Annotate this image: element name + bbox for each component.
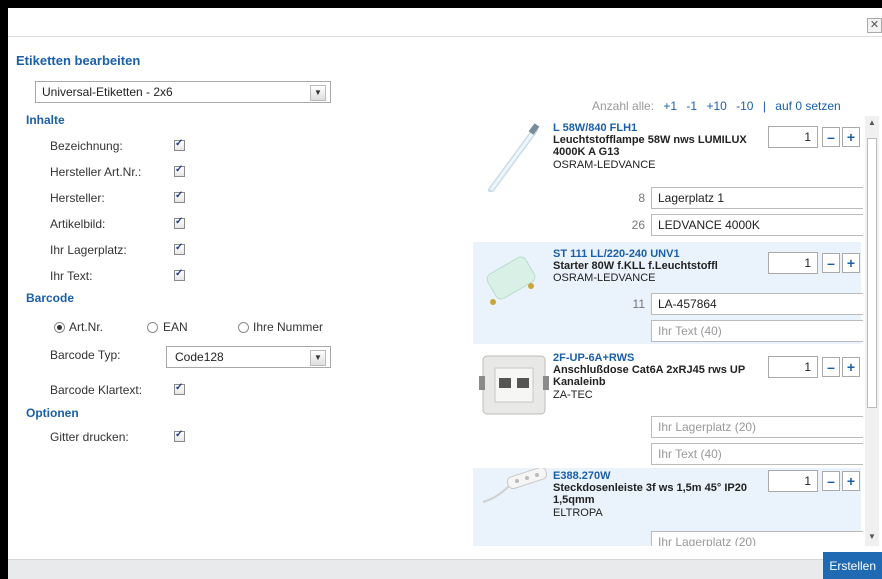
radio-ean-label: EAN [163,320,188,334]
radio-artnr-label: Art.Nr. [69,320,104,334]
count-minus1-link[interactable]: -1 [686,99,697,113]
quantity-input[interactable]: 1 [768,470,818,492]
close-icon[interactable]: ✕ [867,18,882,33]
product-name: Steckdosenleiste 3f ws 1,5m 45° IP20 1,5… [553,482,747,506]
storage-length: 8 [638,191,645,205]
quantity-minus-button[interactable]: – [822,127,840,147]
list-item: L 58W/840 FLH1 Leuchtstofflampe 58W nws … [473,116,863,240]
product-code[interactable]: ST 111 LL/220-240 UNV1 [553,248,680,260]
chevron-down-icon: ▼ [310,85,326,101]
product-name: Starter 80W f.KLL f.Leuchtstoffl [553,260,718,272]
product-name: Anschlußdose Cat6A 2xRJ45 rws UP Kanalei… [553,364,745,388]
section-barcode: Barcode [26,291,75,305]
text-length: 26 [631,218,645,232]
quantity-input[interactable]: 1 [768,356,818,378]
radio-artnr[interactable] [54,322,65,333]
quantity-plus-button[interactable]: + [842,253,860,273]
checkbox-name[interactable] [174,138,185,151]
product-code[interactable]: L 58W/840 FLH1 [553,122,637,134]
label-dialog: ✕ Etiketten bearbeiten Universal-Etikett… [8,8,882,579]
count-minus10-link[interactable]: -10 [736,99,753,113]
option-label-maker: Hersteller: [50,191,105,205]
product-maker: OSRAM-LEDVANCE [553,159,656,171]
count-all-bar: Anzahl alle: +1 -1 +10 -10 | auf 0 setze… [592,99,841,113]
quantity-plus-button[interactable]: + [842,127,860,147]
radio-ean[interactable] [147,322,158,333]
storage-field[interactable]: Ihr Lagerplatz (20) [651,416,863,438]
radio-own-number-label: Ihre Nummer [253,320,324,334]
storage-field[interactable]: Lagerplatz 1 [651,187,863,209]
barcode-type-select[interactable]: Code128 ▼ [166,346,331,368]
product-image [482,468,548,503]
option-label-storage: Ihr Lagerplatz: [50,243,127,257]
quantity-minus-button[interactable]: – [822,471,840,491]
option-label-name: Bezeichnung: [50,139,123,153]
scroll-down-icon[interactable]: ▼ [865,530,879,544]
count-plus1-link[interactable]: +1 [663,99,677,113]
product-list[interactable]: L 58W/840 FLH1 Leuchtstofflampe 58W nws … [473,116,863,546]
storage-field[interactable]: LA-457864 [651,293,863,315]
dialog-title: Etiketten bearbeiten [16,53,141,68]
storage-field[interactable]: Ihr Lagerplatz (20) [651,531,863,546]
section-contents: Inhalte [26,113,65,127]
checkbox-text[interactable] [174,268,185,281]
radio-own-number[interactable] [238,322,249,333]
barcode-type-value: Code128 [175,350,224,364]
create-button[interactable]: Erstellen [823,552,882,579]
grid-print-label: Gitter drucken: [50,430,129,444]
scroll-thumb[interactable] [867,138,877,408]
checkbox-grid-print[interactable] [174,429,185,442]
list-item: ST 111 LL/220-240 UNV1 Starter 80W f.KLL… [473,242,863,344]
quantity-minus-button[interactable]: – [822,357,840,377]
list-scrollbar[interactable]: ▲ ▼ [865,116,879,546]
quantity-plus-button[interactable]: + [842,471,860,491]
dialog-footer: Erstellen [8,552,882,579]
quantity-input[interactable]: 1 [768,252,818,274]
count-plus10-link[interactable]: +10 [706,99,726,113]
product-code[interactable]: E388.270W [553,470,610,482]
option-label-maker-artnr: Hersteller Art.Nr.: [50,165,142,179]
checkbox-maker[interactable] [174,190,185,203]
list-item: E388.270W Steckdosenleiste 3f ws 1,5m 45… [473,468,863,546]
product-maker: ELTROPA [553,507,603,519]
product-maker: ZA-TEC [553,389,593,401]
checkbox-storage[interactable] [174,242,185,255]
quantity-plus-button[interactable]: + [842,357,860,377]
section-options: Optionen [26,406,79,420]
label-format-select[interactable]: Universal-Etiketten - 2x6 ▼ [35,81,331,103]
product-image [488,123,540,192]
scroll-up-icon[interactable]: ▲ [865,116,879,130]
barcode-plaintext-label: Barcode Klartext: [50,383,143,397]
checkbox-barcode-plaintext[interactable] [174,382,185,395]
barcode-type-label: Barcode Typ: [50,348,121,362]
text-field[interactable]: LEDVANCE 4000K [651,214,863,236]
product-image [479,355,549,415]
count-all-label: Anzahl alle: [592,99,655,113]
checkbox-image[interactable] [174,216,185,229]
quantity-minus-button[interactable]: – [822,253,840,273]
count-reset-link[interactable]: auf 0 setzen [775,99,840,113]
dialog-titlebar: ✕ [8,8,882,37]
product-name: Leuchtstofflampe 58W nws LUMILUX 4000K A… [553,134,747,158]
label-format-value: Universal-Etiketten - 2x6 [42,85,173,99]
chevron-down-icon: ▼ [310,350,326,366]
product-code[interactable]: 2F-UP-6A+RWS [553,352,634,364]
checkbox-maker-artnr[interactable] [174,164,185,177]
quantity-input[interactable]: 1 [768,126,818,148]
text-field[interactable]: Ihr Text (40) [651,320,863,342]
option-label-text: Ihr Text: [50,269,93,283]
count-separator: | [762,99,766,113]
text-field[interactable]: Ihr Text (40) [651,443,863,465]
storage-length: 11 [632,297,645,311]
list-item: 2F-UP-6A+RWS Anschlußdose Cat6A 2xRJ45 r… [473,346,863,466]
option-label-image: Artikelbild: [50,217,106,231]
product-image [486,256,536,305]
product-maker: OSRAM-LEDVANCE [553,272,656,284]
